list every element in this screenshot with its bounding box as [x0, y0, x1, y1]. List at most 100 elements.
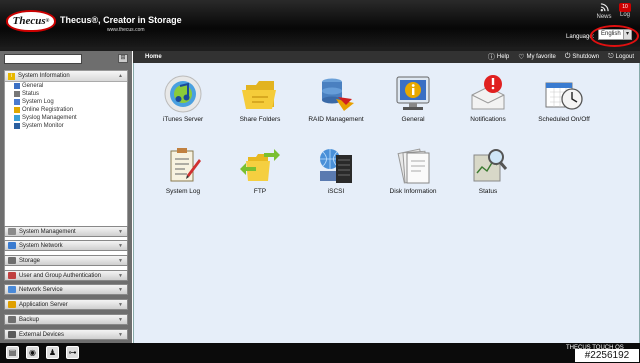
nav-category-system-management[interactable]: System Management ▼ [4, 226, 128, 237]
shutdown-button[interactable]: ⏻ Shutdown [565, 52, 599, 62]
sidebar: ⊞ i System Information ▲ General Status … [0, 51, 132, 343]
nav-category-label: System Management [19, 228, 76, 235]
news-button[interactable]: News [596, 3, 612, 20]
nav-category-label: Network Service [19, 286, 63, 293]
log-button[interactable]: 10 Log [617, 3, 633, 18]
main-panel: Home ⓘ Help ♡ My favorite ⏻ Shutdown ⎋ L… [133, 51, 640, 343]
news-label: News [596, 14, 612, 20]
tile-scheduled-on-off[interactable]: Scheduled On/Off [529, 73, 599, 123]
tile-status[interactable]: Status [453, 145, 523, 195]
nav-category-external-devices[interactable]: External Devices ▼ [4, 329, 128, 340]
nav-section-header[interactable]: i System Information ▲ [5, 71, 127, 82]
help-label: Help [496, 54, 510, 60]
sidebar-item-online-registration[interactable]: Online Registration [5, 106, 127, 114]
search-icon[interactable]: ⊞ [118, 54, 128, 63]
tile-raid-management[interactable]: RAID Management [301, 73, 371, 123]
thecus-logo: Thecus ® [6, 10, 56, 32]
tile-notifications[interactable]: Notifications [453, 73, 523, 123]
tile-label: RAID Management [308, 116, 364, 123]
sidebar-item-syslog-management[interactable]: Syslog Management [5, 114, 127, 122]
help-icon: ⓘ [487, 54, 495, 61]
nav-category-application-server[interactable]: Application Server ▼ [4, 299, 128, 310]
storage-icon [8, 257, 16, 264]
tile-label: System Log [165, 188, 201, 195]
tile-label: Share Folders [239, 116, 281, 123]
tile-disk-information[interactable]: Disk Information [378, 145, 448, 195]
nav-category-user-group-auth[interactable]: User and Group Authentication ▼ [4, 270, 128, 281]
monitor-icon [14, 123, 20, 129]
network-service-icon [8, 286, 16, 293]
sidebar-item-system-monitor[interactable]: System Monitor [5, 122, 127, 130]
logout-label: Logout [615, 54, 634, 60]
logout-button[interactable]: ⎋ Logout [608, 52, 634, 62]
chevron-down-icon: ▼ [118, 228, 123, 235]
tools-icon [8, 228, 16, 235]
tile-share-folders[interactable]: Share Folders [225, 73, 295, 123]
logo-text: Thecus [12, 15, 46, 27]
server-icon[interactable]: ▤ [6, 346, 19, 359]
tile-label: iTunes Server [162, 116, 204, 123]
tagline: Thecus®, Creator in Storage [60, 15, 182, 25]
chevron-down-icon: ▼ [118, 242, 123, 249]
raid-icon [314, 73, 358, 115]
general-monitor-icon [391, 73, 435, 115]
nav-category-backup[interactable]: Backup ▼ [4, 314, 128, 325]
sidebar-item-label: System Monitor [22, 123, 64, 129]
sidebar-search: ⊞ [4, 54, 128, 64]
taskbar: ▤ ◉ ♟ ⊶ THECUS TOUCH OS [0, 343, 640, 363]
tile-ftp[interactable]: FTP [225, 145, 295, 195]
search-input[interactable] [4, 54, 82, 64]
clock-icon [542, 73, 586, 115]
sidebar-item-status[interactable]: Status [5, 90, 127, 98]
tile-label: iSCSI [327, 188, 345, 195]
chevron-down-icon: ▼ [118, 316, 123, 323]
favorite-button[interactable]: ♡ My favorite [518, 52, 556, 62]
application-icon [8, 301, 16, 308]
breadcrumb-home[interactable]: Home [145, 54, 162, 60]
tile-itunes-server[interactable]: iTunes Server [148, 73, 218, 123]
tile-system-log[interactable]: System Log [148, 145, 218, 195]
favorite-label: My favorite [526, 54, 556, 60]
chevron-down-icon: ▼ [118, 286, 123, 293]
status-icon [14, 91, 20, 97]
iscsi-icon [314, 145, 358, 187]
nav-category-label: User and Group Authentication [19, 272, 102, 279]
sidebar-item-general[interactable]: General [5, 82, 127, 90]
sidebar-item-label: System Log [22, 99, 54, 105]
network-icon [8, 242, 16, 249]
heart-icon: ♡ [518, 54, 525, 61]
chevron-up-icon: ▲ [118, 73, 123, 79]
tile-label: FTP [253, 188, 267, 195]
tile-general[interactable]: General [378, 73, 448, 123]
network-tree-icon[interactable]: ⊶ [66, 346, 79, 359]
nav-category-storage[interactable]: Storage ▼ [4, 255, 128, 266]
system-log-icon [161, 145, 205, 187]
nav-category-system-network[interactable]: System Network ▼ [4, 240, 128, 251]
chevron-down-icon: ▼ [118, 331, 123, 338]
nav-category-label: Storage [19, 257, 41, 264]
header: Thecus ® Thecus®, Creator in Storage www.… [0, 0, 640, 47]
chevron-down-icon: ▼ [118, 301, 123, 308]
nav-category-label: System Network [19, 242, 63, 249]
watermark-label: #2256192 [575, 349, 639, 362]
nav-section-title: System Information [18, 73, 70, 79]
tile-label: Scheduled On/Off [538, 116, 590, 123]
tile-label: Status [478, 188, 498, 195]
help-button[interactable]: ⓘ Help [488, 52, 509, 62]
logo-mark: ® [45, 18, 50, 24]
ftp-icon [238, 145, 282, 187]
tile-label: Disk Information [389, 188, 437, 195]
shutdown-label: Shutdown [572, 54, 600, 60]
user-icon[interactable]: ♟ [46, 346, 59, 359]
tile-iscsi[interactable]: iSCSI [301, 145, 371, 195]
nav-category-label: Backup [19, 316, 40, 323]
notifications-icon [466, 73, 510, 115]
annotation-circle [590, 25, 639, 47]
main-toolbar: Home ⓘ Help ♡ My favorite ⏻ Shutdown ⎋ L… [133, 51, 640, 63]
sidebar-item-system-log[interactable]: System Log [5, 98, 127, 106]
nav-category-network-service[interactable]: Network Service ▼ [4, 284, 128, 295]
info-icon: i [8, 72, 15, 80]
disk-icon[interactable]: ◉ [26, 346, 39, 359]
rss-icon [596, 3, 612, 14]
external-device-icon [8, 331, 16, 338]
